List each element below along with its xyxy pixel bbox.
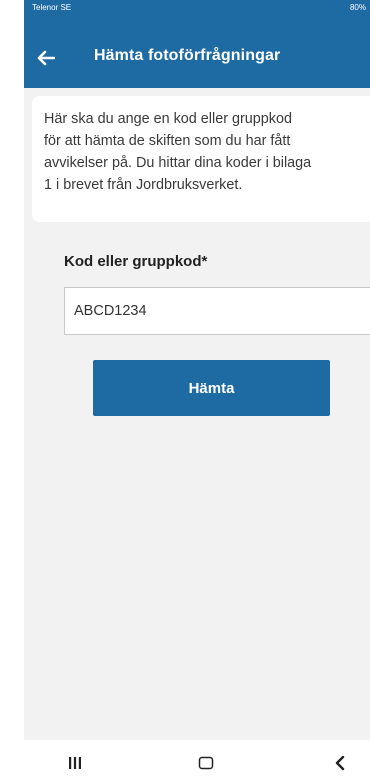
recent-apps-icon	[69, 757, 81, 769]
info-text-line: avvikelser på. Du hittar dina koder i bi…	[44, 155, 312, 171]
fetch-button[interactable]: Hämta	[93, 360, 330, 416]
carrier-name: Telenor SE	[32, 2, 72, 12]
status-bar: Telenor SE 80%	[24, 0, 370, 14]
back-icon	[335, 755, 345, 771]
info-card: Här ska du ange en kod eller gruppkod fö…	[32, 96, 370, 222]
app-bar: Hämta fotoförfrågningar	[24, 14, 370, 88]
code-field-label: Kod eller gruppkod*	[64, 253, 208, 270]
app-screen: Telenor SE 80% Hämta fotoförfrågningar H…	[24, 0, 370, 779]
home-button[interactable]	[186, 750, 226, 776]
recent-apps-button[interactable]	[55, 750, 95, 776]
info-text-line: 1 i brevet från Jordbruksverket.	[44, 177, 243, 193]
info-text-line: för att hämta de skiften som du har fått	[44, 133, 291, 149]
info-text-line: Här ska du ange en kod eller gruppkod	[44, 111, 292, 127]
home-icon	[198, 756, 214, 770]
arrow-left-icon	[37, 50, 55, 66]
page-title: Hämta fotoförfrågningar	[94, 47, 281, 64]
battery-level: 80%	[349, 2, 366, 12]
system-nav-bar	[0, 740, 370, 779]
system-back-button[interactable]	[320, 750, 360, 776]
back-button[interactable]	[32, 44, 60, 72]
code-input[interactable]	[64, 287, 370, 335]
